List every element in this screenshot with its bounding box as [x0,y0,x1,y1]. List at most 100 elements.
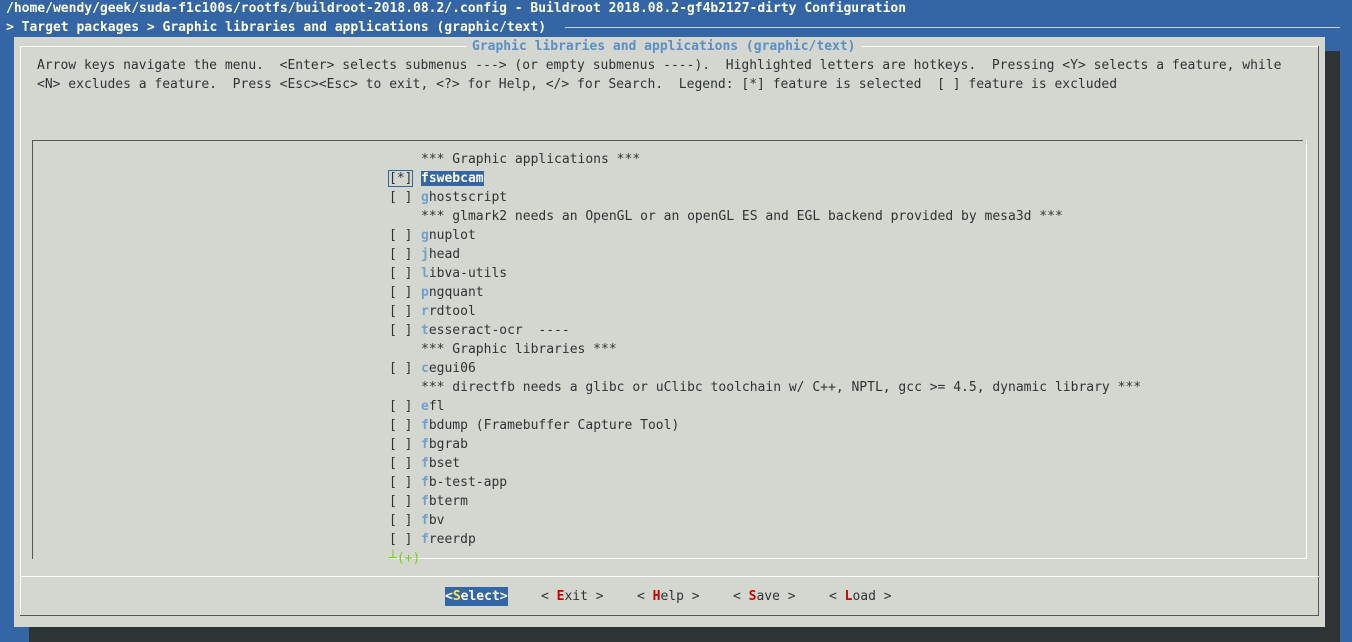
menu-item-label: *** glmark2 needs an OpenGL or an openGL… [421,209,1063,224]
hotkey-letter: l [421,266,429,281]
menu-item-text: swebcam [428,171,484,186]
menu-item-text: *** Graphic applications *** [421,152,641,167]
hotkey-letter: p [421,285,429,300]
hotkey-letter: t [421,323,429,338]
checkbox-marker[interactable]: [ ] [389,302,421,321]
help-button[interactable]: < Help > [637,587,700,606]
menu-item[interactable]: [*] fswebcam [387,169,1141,188]
hotkey-letter: f [421,456,429,471]
menu-item-label: tesseract-ocr ---- [421,323,570,338]
checkbox-marker[interactable]: [ ] [389,530,421,549]
checkbox-marker-text: [ ] [389,437,413,452]
menu-item-label: fbgrab [421,437,468,452]
save-button[interactable]: < Save > [733,587,796,606]
hotkey-letter: f [421,532,429,547]
checkbox-marker-text: [ ] [389,456,413,471]
checkbox-marker-text: [ ] [389,418,413,433]
load-button[interactable]: < Load > [829,587,892,606]
menu-item[interactable]: [ ] fbterm [389,492,1141,511]
menu-item[interactable]: [ ] efl [389,397,1141,416]
checkbox-marker-text: [ ] [389,247,413,262]
checkbox-marker[interactable]: [ ] [389,397,421,416]
menu-item[interactable]: [ ] gnuplot [389,226,1141,245]
menu-item-label: freerdp [421,532,476,547]
menu-item-label: libva-utils [421,266,507,281]
menu-box-border [32,140,33,559]
exit-button[interactable]: < Exit > [541,587,604,606]
checkbox-marker[interactable]: [ ] [389,264,421,283]
menu-item[interactable]: [ ] jhead [389,245,1141,264]
checkbox-marker-text: [ ] [389,361,413,376]
breadcrumb-rule [565,27,1340,28]
menu-item[interactable]: [ ] cegui06 [389,359,1141,378]
checkbox-marker[interactable]: [ ] [389,416,421,435]
menu-item-text: *** glmark2 needs an OpenGL or an openGL… [421,209,1063,224]
menu-box-border [32,140,1303,141]
checkbox-marker[interactable]: [ ] [389,492,421,511]
scroll-more-indicator: ┴(+) [389,551,421,566]
menu-comment: *** Graphic libraries *** [389,340,1141,359]
menu-item-label: gnuplot [421,228,476,243]
menu-item[interactable]: [ ] tesseract-ocr ---- [389,321,1141,340]
checkbox-marker-text: [ ] [389,513,413,528]
hotkey-letter: e [421,399,429,414]
hotkey-letter: g [421,190,429,205]
menu-item-text: ngquant [428,285,484,300]
menu-item-text: reerdp [428,532,476,547]
menu-item[interactable]: [ ] fbset [389,454,1141,473]
checkbox-marker-text: [*] [387,170,414,187]
menu-item-text: nuplot [428,228,476,243]
menu-item[interactable]: [ ] rrdtool [389,302,1141,321]
hotkey-letter: r [421,304,429,319]
menu-comment: *** Graphic applications *** [389,150,1141,169]
hotkey-letter: f [421,418,429,433]
menu-item-label: efl [421,399,444,414]
menu-item[interactable]: [ ] ghostscript [389,188,1141,207]
checkbox-marker-text: [ ] [389,399,413,414]
checkbox-marker[interactable]: [*] [387,169,421,188]
menu-item-text: hostscript [428,190,508,205]
checkbox-marker[interactable]: [ ] [389,454,421,473]
checkbox-marker[interactable]: [ ] [389,245,421,264]
checkbox-marker-text: [ ] [389,285,413,300]
checkbox-marker[interactable]: [ ] [389,283,421,302]
checkbox-marker-text: [ ] [389,494,413,509]
menu-item[interactable]: [ ] fbv [389,511,1141,530]
checkbox-marker[interactable]: [ ] [389,435,421,454]
menu-item-label: fbv [421,513,444,528]
menu-item[interactable]: [ ] fb-test-app [389,473,1141,492]
hotkey-letter: f [421,171,429,186]
menu-item-text: bdump (Framebuffer Capture Tool) [428,418,680,433]
menu-item-label: fbdump (Framebuffer Capture Tool) [421,418,679,433]
select-button[interactable]: <Select> [445,587,508,606]
menu-item[interactable]: [ ] freerdp [389,530,1141,549]
menu-item-text: fl [428,399,445,414]
menu-item[interactable]: [ ] pngquant [389,283,1141,302]
dialog-frame [20,46,21,616]
dialog-frame [1318,46,1319,616]
menu-item-text: bset [428,456,461,471]
menu-item-text: ibva-utils [428,266,508,281]
menu-item[interactable]: [ ] fbgrab [389,435,1141,454]
checkbox-marker-text: [ ] [389,190,413,205]
checkbox-marker[interactable]: [ ] [389,321,421,340]
menu-item-text: rdtool [428,304,476,319]
checkbox-marker[interactable]: [ ] [389,188,421,207]
checkbox-marker[interactable]: [ ] [389,473,421,492]
dialog-title: Graphic libraries and applications (grap… [466,37,862,56]
menu-item-label: fb-test-app [421,475,507,490]
help-text-line-2: <N> excludes a feature. Press <Esc><Esc>… [37,77,1118,92]
menu-item[interactable]: [ ] libva-utils [389,264,1141,283]
checkbox-marker[interactable]: [ ] [389,511,421,530]
checkbox-marker[interactable]: [ ] [389,359,421,378]
menu-item-text: bterm [428,494,468,509]
hotkey-letter: f [421,513,429,528]
checkbox-marker-text: [ ] [389,532,413,547]
menu-item-label: jhead [421,247,460,262]
hotkey-letter: j [421,247,429,262]
menu-item-text: *** Graphic libraries *** [421,342,617,357]
menu-box-border [1306,140,1307,559]
menu-item[interactable]: [ ] fbdump (Framebuffer Capture Tool) [389,416,1141,435]
checkbox-marker[interactable]: [ ] [389,226,421,245]
menu-item-label: *** Graphic libraries *** [421,342,617,357]
